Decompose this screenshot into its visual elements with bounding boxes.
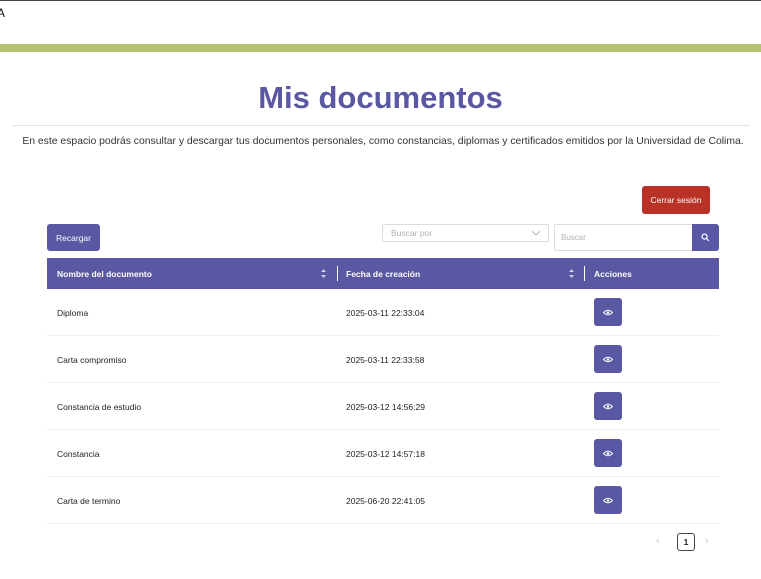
- eye-icon: [603, 450, 613, 456]
- search-button[interactable]: [692, 224, 719, 251]
- search-icon: [701, 233, 710, 242]
- pagination-prev-button[interactable]: ‹: [656, 535, 660, 547]
- sort-icon[interactable]: [320, 268, 327, 279]
- pagination-page-button[interactable]: 1: [677, 533, 695, 551]
- filter-select-placeholder: Buscar por: [391, 228, 433, 238]
- table-row: Constancia 2025-03-12 14:57:18: [47, 430, 719, 477]
- document-date: 2025-03-12 14:57:18: [346, 448, 425, 459]
- table-row: Diploma 2025-03-11 22:33:04: [47, 289, 719, 336]
- top-border: [0, 0, 761, 1]
- column-separator: [337, 266, 338, 281]
- view-document-button[interactable]: [594, 439, 622, 467]
- eye-icon: [603, 309, 613, 315]
- document-name: Constancia: [57, 448, 100, 459]
- document-name: Carta de termino: [57, 495, 121, 506]
- eye-icon: [603, 497, 613, 503]
- column-header-actions: Acciones: [594, 258, 632, 289]
- chevron-down-icon: [531, 230, 541, 236]
- search-input[interactable]: [554, 224, 693, 251]
- table-header: Nombre del documento Fecha de creación A…: [47, 258, 719, 289]
- table-row: Carta de termino 2025-06-20 22:41:05: [47, 477, 719, 524]
- table-row: Carta compromiso 2025-03-11 22:33:58: [47, 336, 719, 383]
- corner-glyph: A: [0, 6, 6, 20]
- column-separator: [584, 266, 585, 281]
- pagination-next-button[interactable]: ›: [705, 535, 709, 547]
- table-row: Constancia de estudio 2025-03-12 14:56:2…: [47, 383, 719, 430]
- document-date: 2025-03-11 22:33:58: [346, 354, 425, 365]
- document-name: Constancia de estudio: [57, 401, 142, 412]
- column-header-name[interactable]: Nombre del documento: [57, 258, 152, 289]
- column-header-name-label: Nombre del documento: [57, 268, 152, 279]
- intro-text: En este espacio podrás consultar y desca…: [22, 136, 744, 147]
- view-document-button[interactable]: [594, 298, 622, 326]
- filter-select[interactable]: Buscar por: [382, 224, 549, 242]
- document-date: 2025-03-12 14:56:29: [346, 401, 425, 412]
- view-document-button[interactable]: [594, 392, 622, 420]
- document-date: 2025-06-20 22:41:05: [346, 495, 425, 506]
- column-header-date-label: Fecha de creación: [346, 268, 421, 279]
- document-name: Carta compromiso: [57, 354, 127, 365]
- header-band: [0, 44, 761, 52]
- view-document-button[interactable]: [594, 486, 622, 514]
- page-title: Mis documentos: [258, 80, 503, 115]
- logout-button[interactable]: Cerrar sesión: [642, 186, 710, 214]
- title-divider: [12, 125, 750, 126]
- eye-icon: [603, 356, 613, 362]
- sort-icon[interactable]: [568, 268, 575, 279]
- column-header-date[interactable]: Fecha de creación: [346, 258, 420, 289]
- column-header-actions-label: Acciones: [594, 268, 632, 279]
- document-date: 2025-03-11 22:33:04: [346, 307, 425, 318]
- document-name: Diploma: [57, 307, 89, 318]
- reload-button[interactable]: Recargar: [47, 224, 100, 251]
- eye-icon: [603, 403, 613, 409]
- view-document-button[interactable]: [594, 345, 622, 373]
